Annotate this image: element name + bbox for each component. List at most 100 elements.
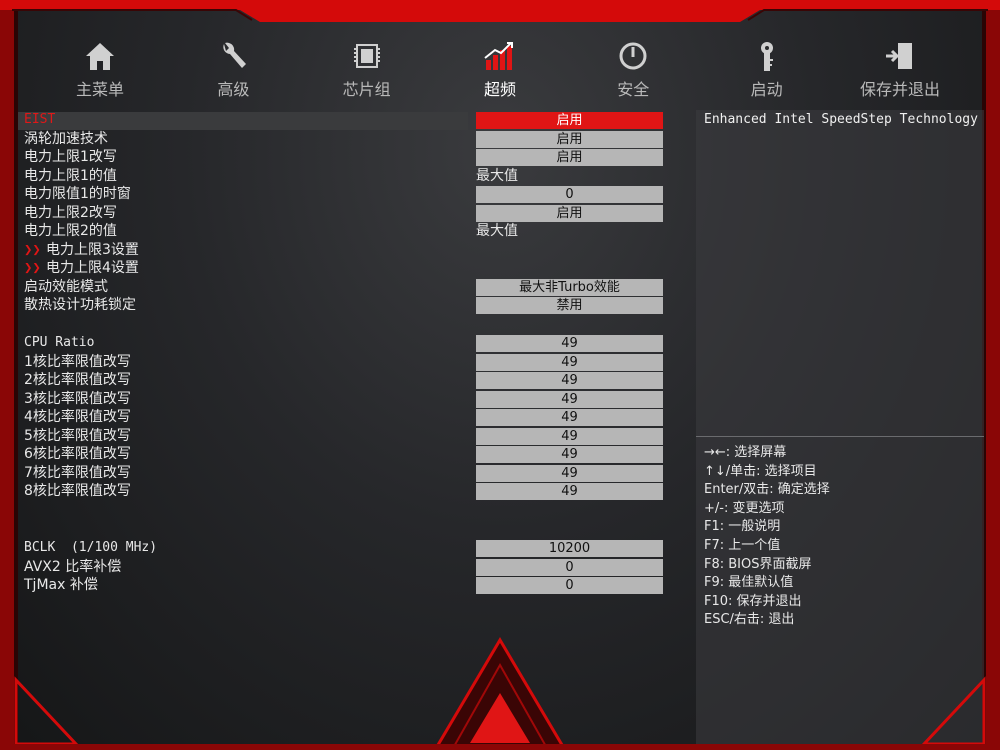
- setting-value[interactable]: 49: [476, 335, 663, 352]
- setting-value[interactable]: 49: [476, 353, 663, 371]
- setting-label: 涡轮加速技术: [24, 130, 108, 147]
- setting-turbo-boost[interactable]: 涡轮加速技术 启用: [18, 130, 690, 148]
- frame-left: [0, 0, 14, 750]
- setting-core-ratio-1[interactable]: 1核比率限值改写 49: [18, 353, 690, 371]
- setting-label: 4核比率限值改写: [24, 409, 131, 425]
- chip-icon: [353, 44, 380, 68]
- home-icon: [86, 43, 114, 70]
- key-hint: ↑↓/单击: 选择项目: [704, 463, 817, 479]
- setting-power-limit-2-override[interactable]: 电力上限2改写 启用: [18, 204, 690, 222]
- setting-core-ratio-4[interactable]: 4核比率限值改写 49: [18, 408, 690, 426]
- setting-value[interactable]: 49: [476, 390, 663, 408]
- key-hint: F1: 一般说明: [704, 519, 781, 535]
- nav-tab-boot[interactable]: 启动: [707, 40, 827, 100]
- setting-label: 8核比率限值改写: [24, 483, 131, 499]
- setting-value[interactable]: 49: [476, 483, 663, 500]
- setting-value[interactable]: 启用: [476, 149, 663, 166]
- setting-value[interactable]: 启用: [476, 130, 663, 148]
- key-icon: [760, 42, 773, 71]
- setting-label: 电力上限2改写: [24, 204, 117, 221]
- setting-label: 散热设计功耗锁定: [24, 297, 136, 313]
- nav-tab-save-exit[interactable]: 保存并退出: [840, 40, 960, 100]
- setting-label: BCLK (1/100 MHz): [24, 540, 158, 555]
- key-hint: F8: BIOS界面截屏: [704, 556, 812, 572]
- setting-avx2-ratio-offset[interactable]: AVX2 比率补偿 0: [18, 558, 690, 576]
- nav-label: 主菜单: [75, 80, 124, 99]
- setting-core-ratio-3[interactable]: 3核比率限值改写 49: [18, 390, 690, 408]
- setting-boot-performance-mode[interactable]: 启动效能模式 最大非Turbo效能: [18, 278, 690, 296]
- top-frame: [0, 0, 1000, 22]
- submenu-power-limit-3[interactable]: ❯❯ 电力上限3设置: [18, 241, 690, 259]
- nav-label: 启动: [750, 80, 783, 99]
- setting-value[interactable]: 禁用: [476, 297, 663, 314]
- nav-tab-overclock[interactable]: 超频: [440, 40, 560, 100]
- settings-list: EIST 启用 涡轮加速技术 启用 电力上限1改写 启用 电力上限1的值 最大值…: [18, 108, 690, 748]
- setting-core-ratio-7[interactable]: 7核比率限值改写 49: [18, 464, 690, 482]
- double-chevron-right-icon: ❯❯: [24, 260, 41, 276]
- setting-power-limit-1-time-window[interactable]: 电力限值1的时窗 0: [18, 185, 690, 203]
- setting-label: 启动效能模式: [24, 278, 108, 295]
- setting-power-limit-1-value[interactable]: 电力上限1的值 最大值: [18, 167, 690, 185]
- setting-label: 5核比率限值改写: [24, 427, 131, 444]
- setting-value[interactable]: 启用: [476, 112, 663, 129]
- setting-tdp-lock[interactable]: 散热设计功耗锁定 禁用: [18, 296, 690, 314]
- setting-core-ratio-8[interactable]: 8核比率限值改写 49: [18, 482, 690, 500]
- setting-value[interactable]: 49: [476, 427, 663, 445]
- setting-cpu-ratio[interactable]: CPU Ratio 49: [18, 334, 690, 352]
- setting-power-limit-1-override[interactable]: 电力上限1改写 启用: [18, 148, 690, 166]
- setting-value[interactable]: 10200: [476, 540, 663, 557]
- setting-label: 电力上限2的值: [24, 223, 117, 239]
- setting-label: AVX2 比率补偿: [24, 558, 122, 575]
- setting-value-text: 最大值: [476, 223, 518, 239]
- nav-tab-chipset[interactable]: 芯片组: [307, 40, 427, 100]
- bottom-triangle-emblem: [433, 637, 567, 750]
- key-hint: F10: 保存并退出: [704, 593, 802, 609]
- setting-value[interactable]: 启用: [476, 204, 663, 222]
- setting-label: 电力上限1的值: [24, 167, 117, 184]
- setting-core-ratio-6[interactable]: 6核比率限值改写 49: [18, 445, 690, 463]
- nav-tab-main[interactable]: 主菜单: [40, 40, 160, 100]
- submenu-power-limit-4[interactable]: ❯❯ 电力上限4设置: [18, 259, 690, 277]
- setting-label: 电力限值1的时窗: [24, 186, 131, 202]
- setting-eist[interactable]: EIST 启用: [18, 111, 690, 130]
- setting-label: EIST: [24, 112, 56, 127]
- nav-label: 高级: [217, 80, 250, 99]
- key-hint: →←: 选择屏幕: [704, 445, 787, 460]
- nav-tab-security[interactable]: 安全: [573, 40, 693, 100]
- setting-label: 电力上限1改写: [24, 149, 117, 165]
- setting-label: 6核比率限值改写: [24, 446, 131, 462]
- help-description: Enhanced Intel SpeedStep Technology: [704, 112, 978, 127]
- setting-power-limit-2-value[interactable]: 电力上限2的值 最大值: [18, 222, 690, 240]
- setting-value[interactable]: 49: [476, 372, 663, 389]
- setting-label: 1核比率限值改写: [24, 353, 131, 370]
- setting-core-ratio-5[interactable]: 5核比率限值改写 49: [18, 427, 690, 445]
- setting-tjmax-offset[interactable]: TjMax 补偿 0: [18, 576, 690, 594]
- key-hint: F7: 上一个值: [704, 537, 781, 553]
- help-divider: [696, 436, 984, 437]
- setting-value[interactable]: 49: [476, 464, 663, 482]
- key-hint: +/-: 变更选项: [704, 500, 785, 516]
- setting-value[interactable]: 最大非Turbo效能: [476, 278, 663, 296]
- bottom-frame: [0, 744, 1000, 750]
- setting-bclk[interactable]: BCLK (1/100 MHz) 10200: [18, 539, 690, 557]
- bottom-right-corner: [920, 676, 986, 746]
- setting-value[interactable]: 49: [476, 446, 663, 463]
- setting-value-text: 最大值: [476, 167, 518, 184]
- nav-label: 保存并退出: [859, 80, 940, 99]
- nav-tab-advanced[interactable]: 高级: [173, 40, 293, 100]
- nav-label: 安全: [617, 80, 650, 99]
- setting-label: CPU Ratio: [24, 335, 95, 350]
- setting-label: 2核比率限值改写: [24, 372, 131, 388]
- setting-label: TjMax 补偿: [24, 577, 98, 593]
- setting-core-ratio-2[interactable]: 2核比率限值改写 49: [18, 371, 690, 389]
- nav-label: 超频: [483, 80, 516, 99]
- setting-label: 3核比率限值改写: [24, 390, 131, 407]
- key-legend: →←: 选择屏幕 ↑↓/单击: 选择项目 Enter/双击: 确定选择 +/-:…: [704, 444, 830, 630]
- selection-highlight: [18, 112, 468, 130]
- setting-value[interactable]: 0: [476, 577, 663, 594]
- bottom-left-corner: [14, 676, 80, 746]
- setting-value[interactable]: 0: [476, 186, 663, 203]
- nav-label: 芯片组: [342, 80, 391, 99]
- setting-value[interactable]: 49: [476, 409, 663, 426]
- setting-value[interactable]: 0: [476, 558, 663, 576]
